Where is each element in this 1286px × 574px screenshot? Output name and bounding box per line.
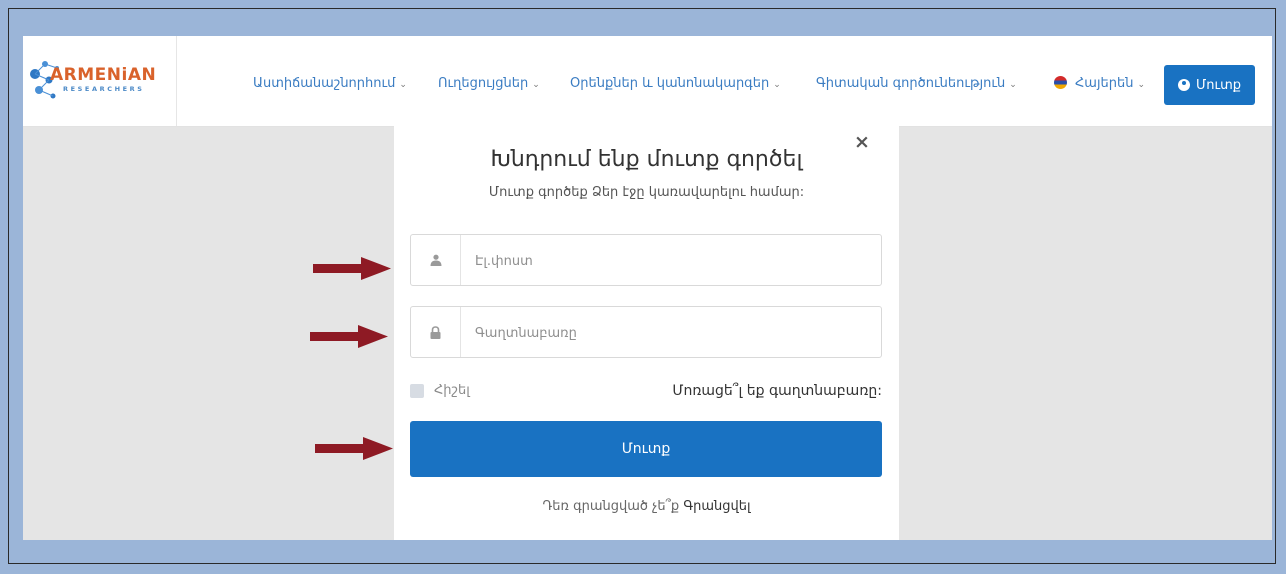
logo-tagline: RESEARCHERS (63, 85, 145, 93)
logo[interactable]: ARMENiAN RESEARCHERS (23, 36, 177, 126)
chevron-down-icon: ⌄ (1137, 80, 1146, 90)
forgot-password-link[interactable]: Մոռացե՞լ եք գաղտնաբառը: (672, 383, 882, 399)
email-input[interactable] (473, 249, 867, 273)
modal-title: Խնդրում ենք մուտք գործել (490, 147, 803, 172)
nav-item-laws[interactable]: Օրենքներ և կանոնակարգեր ⌄ (570, 76, 781, 91)
nav-item-science[interactable]: Գիտական գործունեություն ⌄ (816, 76, 1017, 91)
arrow-right-icon (310, 325, 388, 348)
login-modal: × Խնդրում ենք մուտք գործել Մուտք գործեք … (394, 115, 899, 540)
language-selector[interactable]: Հայերեն ⌄ (1054, 76, 1145, 91)
browser-page: ARMENiAN RESEARCHERS Աստիճանաշնորհում ⌄ Ո… (23, 36, 1272, 540)
user-circle-icon (1177, 79, 1190, 91)
nav-item-label: Գիտական գործունեություն (816, 76, 1006, 91)
arrow-right-icon (313, 257, 391, 280)
register-row: Դեռ գրանցված չե՞ք Գրանցվել (394, 499, 899, 514)
login-submit-label: Մուտք (621, 441, 671, 457)
options-row: Հիշել Մոռացե՞լ եք գաղտնաբառը: (410, 381, 882, 401)
chevron-down-icon: ⌄ (1009, 80, 1017, 90)
nav-item-label: Աստիճանաշնորհում (253, 76, 396, 91)
arrow-right-icon (315, 437, 393, 460)
language-label: Հայերեն (1075, 76, 1134, 91)
nav-item-guides[interactable]: Ուղեցույցներ ⌄ (438, 76, 540, 91)
register-prompt: Դեռ գրանցված չե՞ք (542, 499, 680, 514)
nav-login-label: Մուտք (1195, 77, 1242, 93)
password-input[interactable] (473, 321, 867, 345)
nav-item-degrees[interactable]: Աստիճանաշնորհում ⌄ (253, 76, 407, 91)
logo-wordmark: ARMENiAN (50, 65, 157, 85)
chevron-down-icon: ⌄ (399, 80, 407, 90)
top-navbar: ARMENiAN RESEARCHERS Աստիճանաշնորհում ⌄ Ո… (23, 36, 1272, 127)
nav-item-label: Օրենքներ և կանոնակարգեր (570, 76, 770, 91)
login-submit-button[interactable]: Մուտք (410, 421, 882, 477)
nav-item-label: Ուղեցույցներ (438, 76, 529, 91)
lock-icon (411, 307, 461, 357)
nav-login-button[interactable]: Մուտք (1164, 65, 1255, 105)
chevron-down-icon: ⌄ (773, 80, 781, 90)
user-icon (411, 235, 461, 285)
email-field (410, 234, 882, 286)
chevron-down-icon: ⌄ (532, 80, 540, 90)
remember-checkbox[interactable] (410, 384, 424, 398)
register-link[interactable]: Գրանցվել (683, 499, 750, 514)
password-field (410, 306, 882, 358)
armenia-flag-icon (1054, 76, 1067, 89)
remember-label[interactable]: Հիշել (434, 383, 470, 398)
modal-subtitle: Մուտք գործեք Ձեր էջը կառավարելու համար: (488, 185, 805, 200)
